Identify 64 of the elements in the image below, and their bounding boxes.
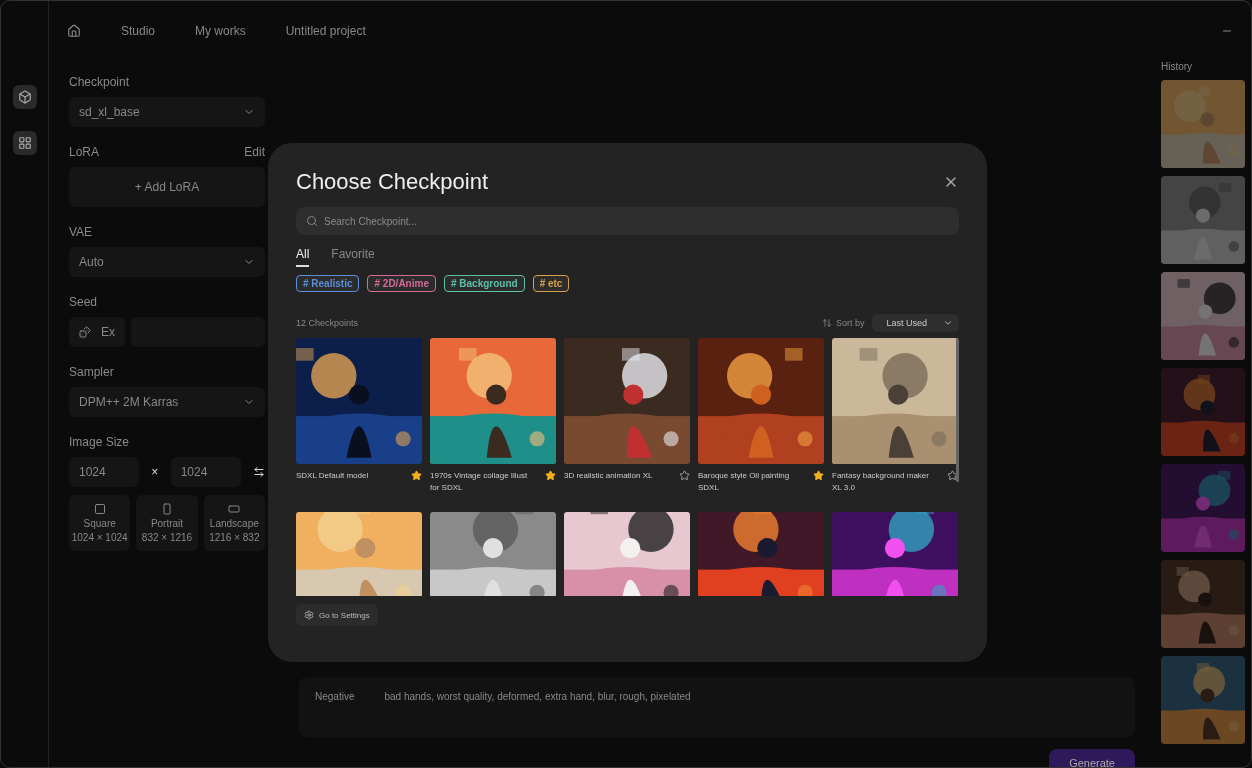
star-icon[interactable] [545,470,556,481]
sort-select[interactable]: Last Used [872,314,959,332]
model-name: Baroque style Oil painting SDXL [698,470,791,494]
section-label: Checkpoint [69,75,130,89]
model-card[interactable]: 3D realistic animation XL [564,338,690,494]
aspect-icon [228,503,241,515]
negative-prompt[interactable]: Negative bad hands, worst quality, deformed, extra hand, blur, rough, pixelated [299,677,1135,737]
star-icon[interactable] [411,470,422,481]
sampler-select[interactable]: DPM++ 2M Karras [69,387,265,417]
dice-icon [79,326,91,338]
category-tag[interactable]: # Background [443,275,525,292]
model-card[interactable]: Fantasy background maker XL 3.0 [832,338,958,494]
star-icon[interactable] [813,470,824,481]
swap-icon[interactable] [253,466,265,478]
star-icon[interactable] [679,470,690,481]
aspect-icon [93,503,106,515]
grid-icon[interactable] [12,131,37,155]
times-sign: × [151,465,159,479]
height-select[interactable]: 1024 [170,457,241,487]
nav-link[interactable]: Untitled project [285,24,366,38]
size-preset[interactable]: Landscape 1216 × 832 [203,495,265,551]
section-label: Seed [69,295,98,309]
nav-link[interactable]: Studio [121,24,156,38]
model-name: Fantasy background maker XL 3.0 [832,470,930,494]
category-tag[interactable]: # etc [532,275,570,292]
model-name: SDXL Default model [296,470,370,482]
edit-link[interactable]: Edit [244,145,265,159]
box-icon[interactable] [12,85,37,109]
filter-tab[interactable]: Favorite [331,247,375,267]
category-tag[interactable]: # Realistic [296,275,360,292]
model-name: 3D realistic animation XL [564,470,654,482]
vae-select[interactable]: Auto [69,247,265,277]
section-label: Sampler [69,365,114,379]
seed-toggle[interactable]: Ex [69,317,125,347]
checkpoint-select[interactable]: sd_xl_base [69,97,265,127]
history-title: History [1161,61,1193,72]
model-card[interactable]: Baroque style Oil painting SDXL [698,338,824,494]
model-card[interactable]: 1970s Vintage collage Illust for SDXL [430,338,556,494]
section-label: LoRA [69,145,100,159]
dialog-title: Choose Checkpoint [296,169,488,195]
category-tag[interactable]: # 2D/Anime [367,275,436,292]
add-lora-button[interactable]: + Add LoRA [69,167,265,207]
section-label: VAE [69,225,93,239]
nav-link[interactable]: My works [195,24,246,38]
scrollbar[interactable] [956,338,959,482]
model-card[interactable]: SDXL Default model [296,338,422,494]
section-label: Image Size [69,435,130,449]
aspect-icon [161,503,173,515]
sort-button[interactable]: Sort by [821,318,865,328]
width-select[interactable]: 1024 [69,457,139,487]
generate-button[interactable]: Generate [1049,749,1135,767]
settings-button[interactable]: Go to Settings [296,604,378,626]
model-name: 1970s Vintage collage Illust for SDXL [430,470,529,494]
home-icon[interactable] [67,24,81,38]
checkpoint-count: 12 Checkpoints [296,318,359,328]
chevron-icon [943,318,953,328]
size-preset[interactable]: Portrait 832 × 1216 [136,495,198,551]
search-field[interactable]: Search Checkpoint... [296,207,959,235]
search-icon [306,215,318,227]
sort-icon [821,318,832,328]
filter-tab[interactable]: All [296,247,310,267]
gear-icon [304,610,314,620]
star-icon[interactable] [947,470,958,481]
size-preset[interactable]: Square 1024 × 1024 [69,495,131,551]
